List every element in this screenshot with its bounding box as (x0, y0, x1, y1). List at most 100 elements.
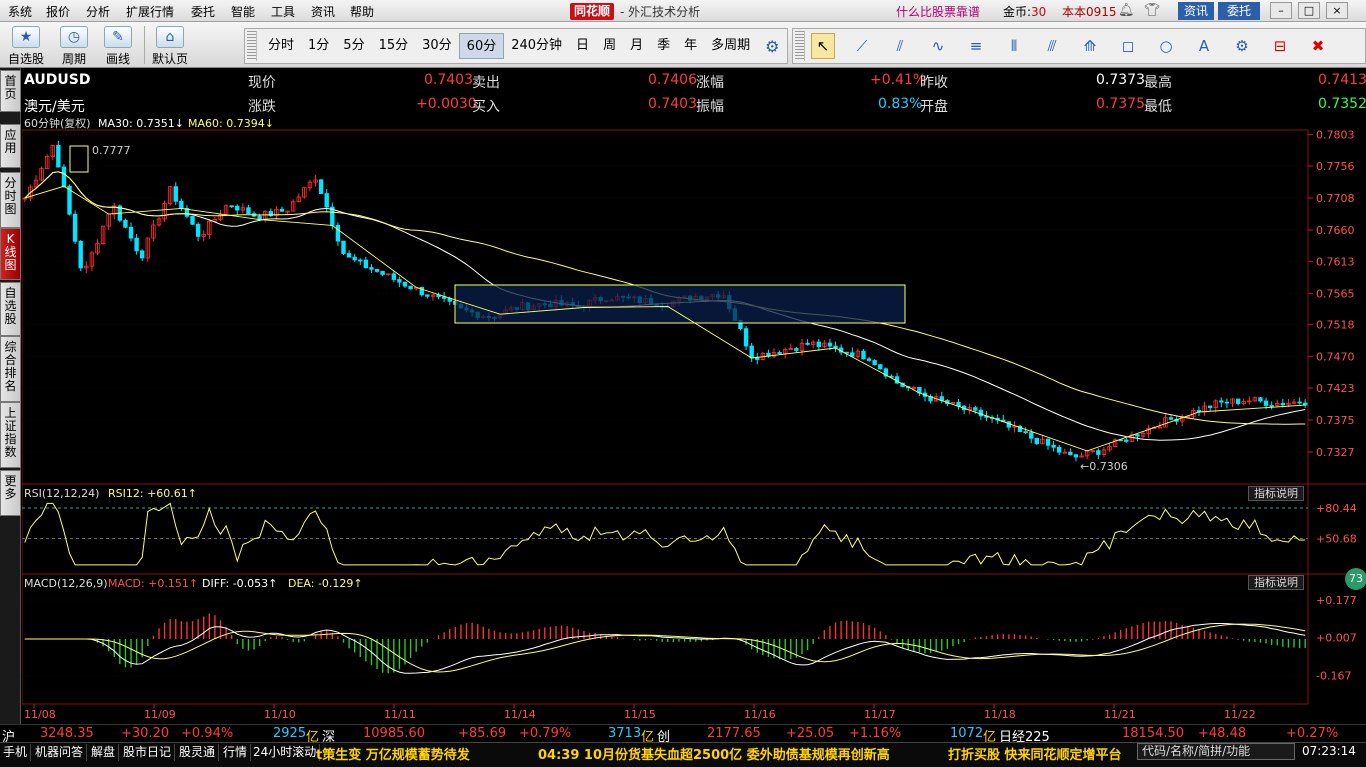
cursor-icon[interactable]: ↖ (811, 33, 835, 59)
search-input[interactable]: 代码/名称/简拼/功能 (1137, 743, 1295, 760)
candle-body (246, 207, 251, 215)
rsi-legend-value: RSI12: +60.61↑ (108, 487, 197, 500)
gear-icon[interactable]: ⚙ (757, 37, 787, 56)
price-tick-label: 0.7613 (1316, 255, 1355, 268)
toolbar-grip[interactable] (247, 31, 257, 61)
period-240m[interactable]: 240分钟 (504, 33, 569, 59)
text-tool-icon[interactable]: A (1185, 37, 1223, 55)
price-tick-label: 0.7565 (1316, 287, 1355, 300)
pencil-icon: ✎ (104, 26, 132, 48)
status-tab-qa[interactable]: 机器问答 (32, 744, 88, 761)
chart-canvas[interactable]: 60分钟(复权) MA30: 0.7351↓ MA60: 0.7394↓ RSI(12… (22, 118, 1366, 724)
period-60m[interactable]: 60分 (458, 33, 505, 59)
delete-drawing-icon[interactable]: ✖ (1299, 37, 1337, 55)
toolbar-grip[interactable] (795, 31, 805, 61)
promo-link[interactable]: 什么比股票靠谱 (896, 3, 980, 20)
candle-body (1073, 454, 1079, 458)
close-button[interactable]: × (1326, 2, 1348, 19)
tab-home[interactable]: 首页 (0, 70, 21, 112)
candle-body (1297, 401, 1302, 404)
shirt-icon[interactable]: 👕︎ (1144, 3, 1161, 19)
period-quarter[interactable]: 季 (650, 33, 677, 59)
username[interactable]: 本本0915 (1062, 3, 1117, 20)
chart-area[interactable]: 60分钟(复权) MA30: 0.7351↓ MA60: 0.7394↓ RSI(12… (22, 118, 1366, 724)
fibonacci-icon[interactable]: ≡ (957, 37, 995, 55)
tab-watchlist[interactable]: 自选股 (0, 282, 21, 336)
menu-news[interactable]: 资讯 (311, 3, 335, 20)
news-headline-1[interactable]: t策生变 万亿规模蓄势待发 (316, 744, 470, 763)
menu-analysis[interactable]: 分析 (86, 3, 110, 20)
label-high: 最高 (1144, 75, 1172, 91)
period-year[interactable]: 年 (677, 33, 704, 59)
menu-order[interactable]: 委托 (191, 3, 215, 20)
tab-kline[interactable]: K线图 (0, 228, 21, 280)
main-legend-period: 60分钟(复权) (24, 118, 91, 130)
cycle-lines-icon[interactable]: ⦀ (995, 37, 1033, 55)
period-day[interactable]: 日 (569, 33, 596, 59)
tab-shanghai-index[interactable]: 上证指数 (0, 402, 21, 468)
notification-badge[interactable]: 73 (1345, 568, 1366, 590)
x-tick-label: 11/16 (744, 708, 776, 721)
candle-body (173, 186, 178, 202)
nk-value: 18154.50 (1122, 726, 1185, 741)
status-tab-linktong[interactable]: 股灵通 (176, 744, 220, 761)
default-page-button[interactable]: ⌂ 默认页 (150, 24, 190, 66)
period-month[interactable]: 月 (623, 33, 650, 59)
order-button[interactable]: 委托 (1218, 2, 1260, 20)
period-30m[interactable]: 30分 (415, 33, 459, 59)
tab-more[interactable]: 更多 (0, 470, 21, 516)
period-button[interactable]: ◷ 周期 (54, 24, 94, 66)
candle-body (743, 328, 749, 347)
news-button[interactable]: 资讯 (1178, 2, 1214, 20)
rectangle-tool-icon[interactable]: ◻ (1109, 37, 1147, 55)
macd-diff-line (24, 623, 1306, 674)
menu-extended-quote[interactable]: 扩展行情 (126, 3, 174, 20)
menu-help[interactable]: 帮助 (350, 3, 374, 20)
price-tick-label: 0.7375 (1316, 414, 1355, 427)
period-5m[interactable]: 5分 (336, 33, 371, 59)
candle-body (56, 145, 61, 168)
candle-body (229, 205, 234, 208)
candle-body (1045, 438, 1051, 446)
menu-system[interactable]: 系统 (8, 3, 32, 20)
candle-body (1135, 434, 1140, 437)
news-headline-3[interactable]: 打折买股 快来同花顺定增平台 (948, 744, 1122, 763)
period-15m[interactable]: 15分 (372, 33, 416, 59)
macd-indicator-help-button[interactable]: 指标说明 (1248, 575, 1304, 590)
draw-line-button[interactable]: ✎ 画线 (98, 24, 138, 66)
channel-icon[interactable]: ⫻ (1033, 37, 1071, 55)
circle-tool-icon[interactable]: ○ (1147, 37, 1185, 55)
news-headline-2[interactable]: 04:39 10月份货基失血超2500亿 委外助债基规模再创新高 (538, 744, 890, 763)
period-week[interactable]: 周 (596, 33, 623, 59)
menu-quote[interactable]: 报价 (46, 3, 70, 20)
watchlist-button[interactable]: ★ 自选股 (6, 24, 46, 66)
bell-icon[interactable]: 🔔︎ (1118, 3, 1135, 19)
arrow-tool-icon[interactable]: ⟰ (1071, 37, 1109, 55)
minimize-button[interactable]: – (1270, 2, 1292, 19)
period-minute-chart[interactable]: 分时 (261, 33, 301, 59)
settings-icon[interactable]: ⚙ (1223, 37, 1261, 55)
save-drawing-icon[interactable]: ⊟ (1261, 37, 1299, 55)
status-tab-analysis[interactable]: 解盘 (88, 744, 120, 761)
wave-tool-icon[interactable]: ∿ (919, 37, 957, 55)
tab-timeshare[interactable]: 分时图 (0, 172, 21, 228)
candle-body (1258, 397, 1263, 402)
price-tick-label: 0.7470 (1316, 351, 1355, 364)
candle-body (140, 250, 145, 259)
maximize-button[interactable]: □ (1298, 2, 1320, 19)
candle-body (749, 345, 754, 359)
status-tab-mobile[interactable]: 手机 (0, 744, 32, 761)
menu-smart[interactable]: 智能 (231, 3, 255, 20)
tab-apps[interactable]: 应用 (0, 124, 21, 168)
status-tab-quotes[interactable]: 行情 (220, 744, 252, 761)
line-tool-icon[interactable]: ⟋ (843, 37, 881, 55)
tab-ranking[interactable]: 综合排名 (0, 336, 21, 402)
period-1m[interactable]: 1分 (301, 33, 336, 59)
parallel-line-icon[interactable]: ⫽ (881, 37, 919, 55)
candle-body (352, 256, 357, 261)
status-tab-24h[interactable]: 24小时滚动 (250, 744, 321, 761)
rsi-indicator-help-button[interactable]: 指标说明 (1248, 486, 1304, 501)
menu-tools[interactable]: 工具 (271, 3, 295, 20)
status-tab-diary[interactable]: 股市日记 (120, 744, 176, 761)
period-multi[interactable]: 多周期 (704, 33, 757, 59)
